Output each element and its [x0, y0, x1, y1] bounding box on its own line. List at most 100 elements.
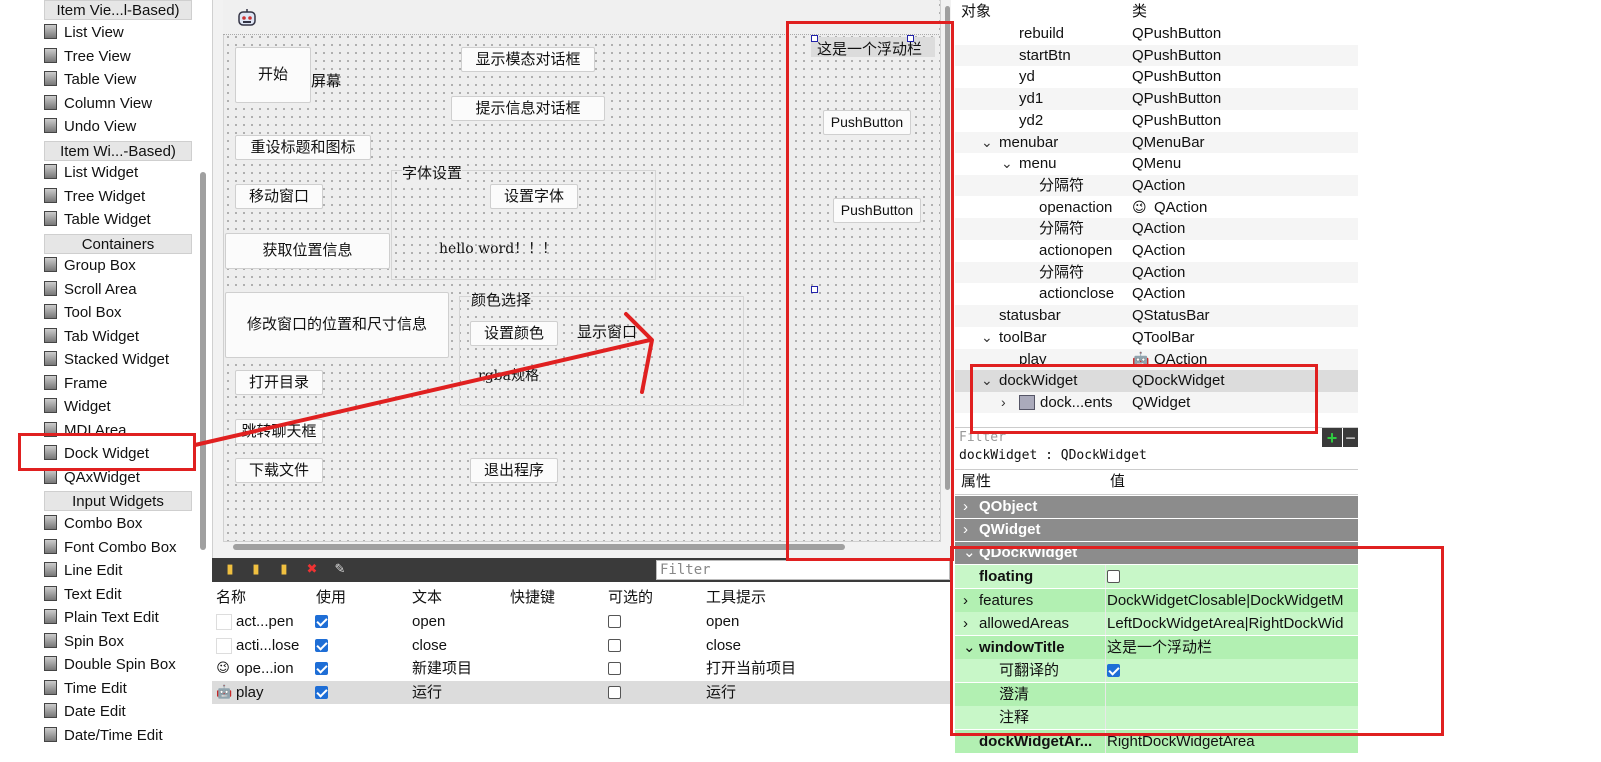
widget-category-header[interactable]: Input Widgets: [44, 491, 192, 511]
widget-category-header[interactable]: Containers: [44, 234, 192, 254]
action-column-header[interactable]: 文本: [412, 586, 442, 607]
used-checkbox[interactable]: [315, 662, 328, 675]
new-file-icon[interactable]: ▮: [222, 561, 238, 577]
widget-category-header[interactable]: Item Vie...l-Based): [44, 0, 192, 20]
object-tree-row[interactable]: statusbar QStatusBar: [955, 305, 1358, 327]
action-column-header[interactable]: 使用: [316, 586, 346, 607]
minus-icon[interactable]: −: [1343, 428, 1358, 448]
action-column-header[interactable]: 快捷键: [510, 586, 555, 607]
object-tree-row[interactable]: rebuild QPushButton: [955, 23, 1358, 45]
set-font-button[interactable]: 设置字体: [490, 184, 578, 209]
start-button[interactable]: 开始: [235, 47, 311, 103]
widget-item[interactable]: List View: [44, 22, 194, 44]
plus-icon[interactable]: +: [1322, 428, 1342, 448]
action-row[interactable]: 😉 ope...ion 新建项目 打开当前项目: [212, 657, 950, 680]
widget-item-label: Table View: [64, 71, 137, 88]
object-tree-row[interactable]: 分隔符 QAction: [955, 261, 1358, 284]
property-section-header[interactable]: › QWidget: [955, 519, 1358, 541]
play-robot-icon[interactable]: [237, 8, 257, 28]
chevron-down-icon[interactable]: ⌄: [981, 132, 993, 154]
download-button[interactable]: 下载文件: [235, 458, 323, 483]
action-row[interactable]: acti...lose close close: [212, 634, 950, 657]
used-checkbox[interactable]: [315, 615, 328, 628]
widget-item[interactable]: Time Edit: [44, 678, 194, 700]
action-column-header[interactable]: 名称: [216, 586, 246, 607]
object-tree-row[interactable]: yd QPushButton: [955, 66, 1358, 88]
widget-item[interactable]: Tool Box: [44, 302, 194, 324]
chevron-right-icon[interactable]: ›: [963, 496, 968, 518]
action-row[interactable]: act...pen open open: [212, 610, 950, 633]
widget-item[interactable]: Plain Text Edit: [44, 607, 194, 629]
widget-item[interactable]: Text Edit: [44, 584, 194, 606]
widget-item[interactable]: Widget: [44, 396, 194, 418]
get-position-button[interactable]: 获取位置信息: [225, 233, 390, 269]
object-name: actionopen: [1039, 242, 1113, 259]
property-section-header[interactable]: › QObject: [955, 496, 1358, 518]
widget-item[interactable]: Line Edit: [44, 560, 194, 582]
annotation-box-dock-preview: [786, 21, 954, 561]
object-tree-row[interactable]: yd2 QPushButton: [955, 110, 1358, 132]
checkable-checkbox[interactable]: [608, 615, 621, 628]
widget-item[interactable]: List Widget: [44, 162, 194, 184]
widget-item[interactable]: Frame: [44, 373, 194, 395]
widget-item[interactable]: Tree View: [44, 46, 194, 68]
wrench-icon[interactable]: ✎: [332, 561, 348, 577]
object-tree-row[interactable]: openaction 😉 QAction: [955, 197, 1358, 219]
chevron-right-icon[interactable]: ›: [963, 519, 968, 541]
form-horizontal-scrollbar[interactable]: [233, 544, 845, 550]
action-name: act...pen: [236, 613, 294, 630]
copy-icon[interactable]: ▮: [248, 561, 264, 577]
object-tree-row[interactable]: 分隔符 QAction: [955, 174, 1358, 197]
object-tree-row[interactable]: ⌄ menubar QMenuBar: [955, 131, 1358, 154]
widget-item[interactable]: Date/Time Edit: [44, 725, 194, 747]
widget-item[interactable]: Table Widget: [44, 209, 194, 231]
action-row[interactable]: 🤖 play 运行 运行: [212, 680, 950, 704]
widget-item[interactable]: Font Combo Box: [44, 537, 194, 559]
widget-item[interactable]: Combo Box: [44, 513, 194, 535]
info-dialog-button[interactable]: 提示信息对话框: [451, 96, 605, 121]
used-checkbox[interactable]: [315, 685, 328, 699]
object-tree-row[interactable]: ⌄ menu QMenu: [955, 153, 1358, 175]
widget-item[interactable]: Double Spin Box: [44, 654, 194, 676]
widget-item[interactable]: Stacked Widget: [44, 349, 194, 371]
object-tree-row[interactable]: yd1 QPushButton: [955, 88, 1358, 110]
widget-item[interactable]: Spin Box: [44, 631, 194, 653]
chevron-down-icon[interactable]: ⌄: [981, 327, 993, 349]
checkable-checkbox[interactable]: [608, 685, 621, 699]
jump-chat-button[interactable]: 跳转聊天框: [235, 419, 323, 444]
set-color-button[interactable]: 设置颜色: [470, 321, 558, 346]
widget-item[interactable]: Undo View: [44, 116, 194, 138]
action-filter-input[interactable]: Filter: [656, 560, 950, 580]
exit-button[interactable]: 退出程序: [470, 458, 558, 483]
object-tree-row[interactable]: actionopen QAction: [955, 240, 1358, 262]
delete-icon[interactable]: ✖: [304, 561, 320, 577]
annotation-box-dock-widget-item: [18, 433, 196, 471]
object-tree-row[interactable]: actionclose QAction: [955, 283, 1358, 305]
widget-item[interactable]: Group Box: [44, 255, 194, 277]
widget-category-header[interactable]: Item Wi...-Based): [44, 141, 192, 161]
widget-box-scrollbar[interactable]: [200, 172, 206, 550]
widget-item[interactable]: Column View: [44, 93, 194, 115]
widget-item[interactable]: Date Edit: [44, 701, 194, 723]
chevron-down-icon[interactable]: ⌄: [1001, 153, 1013, 175]
used-checkbox[interactable]: [315, 638, 328, 652]
action-column-header[interactable]: 可选的: [608, 586, 653, 607]
widget-item-label: Scroll Area: [64, 280, 137, 298]
reset-title-button[interactable]: 重设标题和图标: [235, 135, 371, 160]
object-tree-row[interactable]: startBtn QPushButton: [955, 44, 1358, 67]
object-tree-row[interactable]: 分隔符 QAction: [955, 218, 1358, 240]
checkable-checkbox[interactable]: [608, 662, 621, 675]
widget-item[interactable]: Scroll Area: [44, 279, 194, 301]
move-window-button[interactable]: 移动窗口: [235, 184, 323, 209]
modify-window-button[interactable]: 修改窗口的位置和尺寸信息: [225, 292, 449, 358]
checkable-checkbox[interactable]: [608, 638, 621, 652]
action-column-header[interactable]: 工具提示: [706, 586, 766, 607]
paste-icon[interactable]: ▮: [276, 561, 292, 577]
open-dir-button[interactable]: 打开目录: [235, 370, 323, 395]
widget-item[interactable]: Table View: [44, 69, 194, 91]
action-tooltip: open: [706, 613, 740, 630]
widget-item[interactable]: Tab Widget: [44, 326, 194, 348]
widget-item[interactable]: Tree Widget: [44, 186, 194, 208]
modal-dialog-button[interactable]: 显示模态对话框: [461, 47, 595, 72]
object-tree-row[interactable]: ⌄ toolBar QToolBar: [955, 327, 1358, 349]
